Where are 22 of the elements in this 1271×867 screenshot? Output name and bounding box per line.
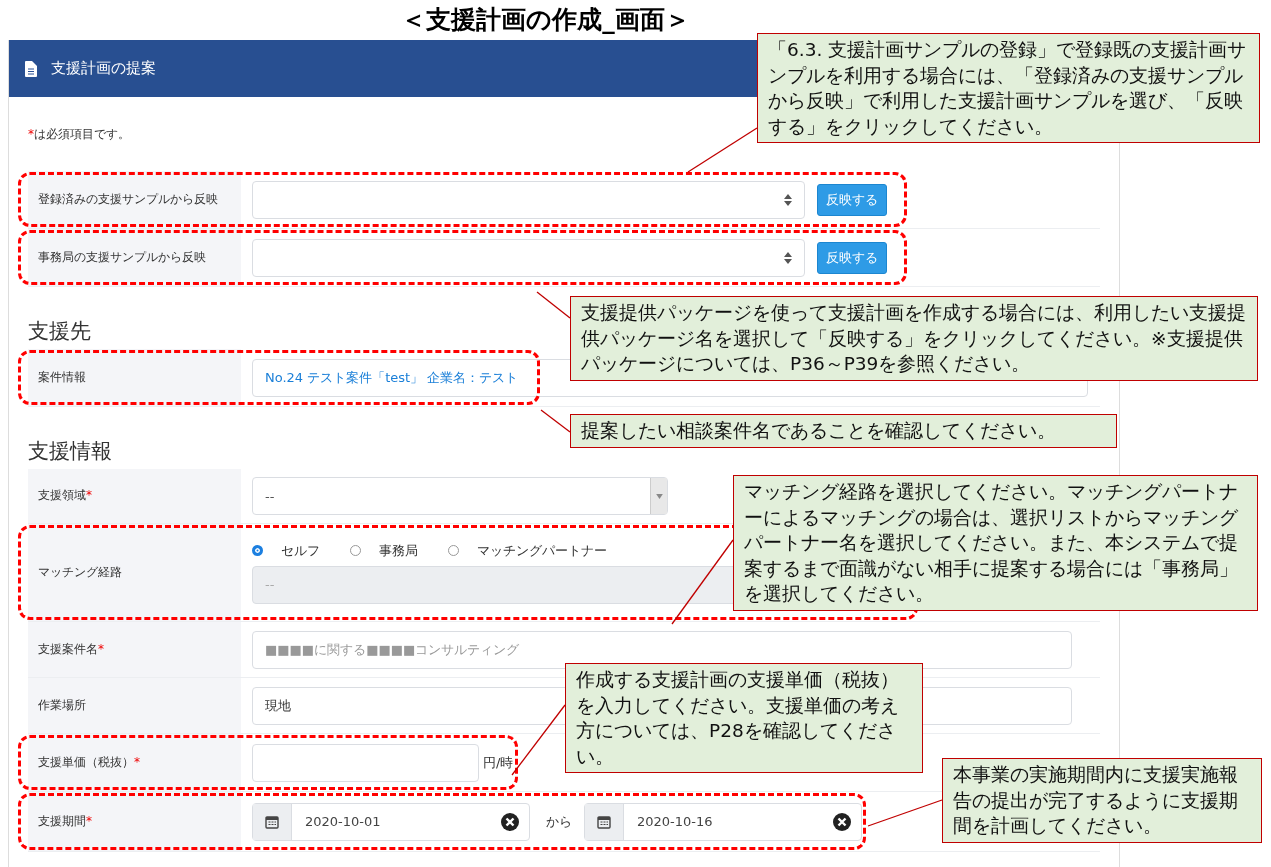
range-separator: から <box>546 812 572 831</box>
field-label: 登録済みの支援サンプルから反映 <box>28 171 241 228</box>
field-label: 支援期間* <box>28 792 241 851</box>
callout-tooltip: 「6.3. 支援計画サンプルの登録」で登録既の支援計画サンプルを利用する場合には、「登録済みの支援サンプルから反映」で利用した支援計画サンプルを選び、「反映する」をクリックしてください。 <box>757 33 1260 144</box>
callout-tooltip: 本事業の実施期間内に支援実施報告の提出が完了するように支援期間を計画してください。 <box>942 758 1262 843</box>
panel-title: 支援計画の提案 <box>51 59 156 78</box>
field-label: 事務局の支援サンプルから反映 <box>28 229 241 286</box>
unit-label: 円/時 <box>483 753 514 772</box>
field-label: 支援案件名* <box>28 622 241 677</box>
callout-tooltip: 作成する支援計画の支援単価（税抜）を入力してください。支援単価の考え方については、P28を確認してください。 <box>565 663 923 774</box>
required-note: *は必須項目です。 <box>28 125 130 143</box>
field-label: 支援領域* <box>28 469 241 523</box>
field-label: 作業場所 <box>28 678 241 733</box>
callout-tooltip: マッチング経路を選択してください。マッチングパートナーによるマッチングの場合は、選択リストからマッチングパートナー名を選択してください。また、本システムで提案するまで面識がない相手に提案する場合には「事務局」を選択してください。 <box>733 475 1258 611</box>
page-title: ＜支援計画の作成_画面＞ <box>401 4 690 36</box>
callout-tooltip: 支援提供パッケージを使って支援計画を作成する場合には、利用したい支援提供パッケージ名を選択して「反映する」をクリックしてください。※支援提供パッケージについては、P36～P39を参照ください。 <box>570 296 1258 381</box>
section-heading: 支援先 <box>28 318 91 345</box>
section-heading: 支援情報 <box>28 438 112 465</box>
callout-tooltip: 提案したい相談案件名であることを確認してください。 <box>570 414 1117 448</box>
field-label: 支援単価（税抜）* <box>28 734 241 791</box>
field-label: 案件情報 <box>28 349 241 406</box>
field-label: マッチング経路 <box>28 524 241 621</box>
